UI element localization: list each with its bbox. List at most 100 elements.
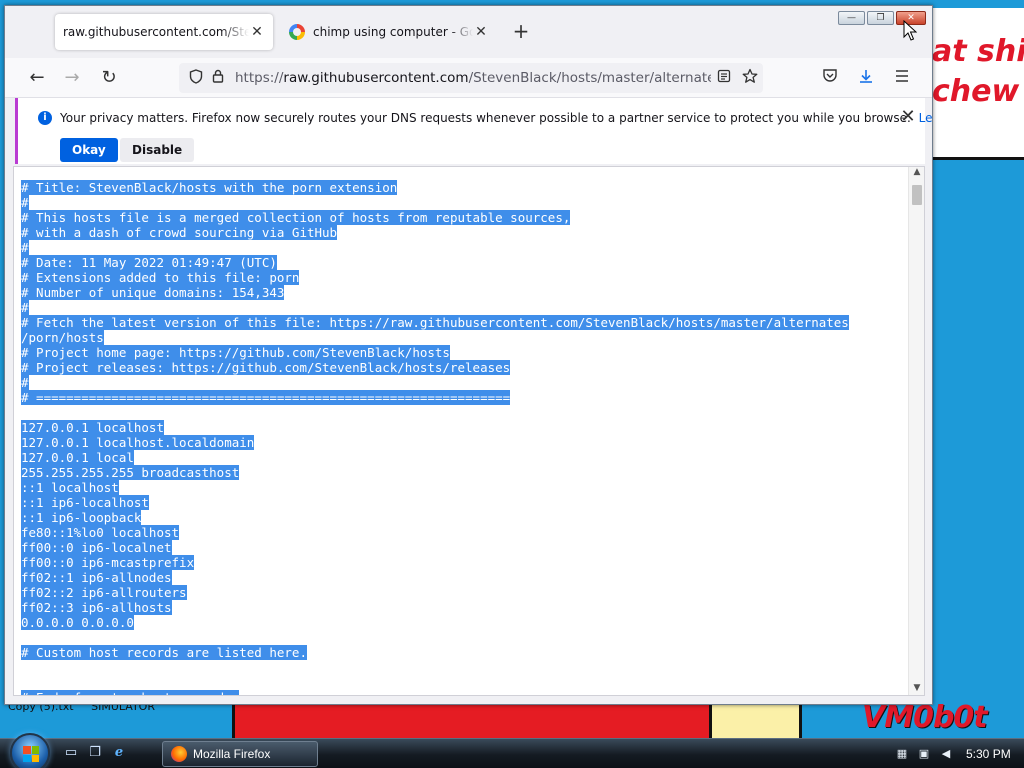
clock[interactable]: 5:30 PM: [966, 747, 1011, 761]
text-line[interactable]: [21, 675, 906, 690]
wallpaper-text-line-1: at shit: [932, 34, 1024, 69]
text-line[interactable]: # Fetch the latest version of this file:…: [21, 315, 906, 330]
info-icon: i: [38, 111, 52, 125]
text-line[interactable]: ff02::3 ip6-allhosts: [21, 600, 906, 615]
url-prefix: https://: [235, 70, 284, 86]
back-button[interactable]: ←: [24, 66, 50, 92]
text-line-content: 127.0.0.1 local: [21, 450, 134, 465]
okay-button[interactable]: Okay: [60, 138, 118, 162]
minimize-button[interactable]: —: [838, 11, 865, 25]
taskbar-button-label: Mozilla Firefox: [193, 747, 271, 761]
text-line[interactable]: # ======================================…: [21, 390, 906, 405]
scrollbar-thumb[interactable]: [912, 185, 922, 205]
maximize-button[interactable]: ❐: [867, 11, 894, 25]
text-line-content: # Custom host records are listed here.: [21, 645, 307, 660]
text-line[interactable]: ::1 ip6-localhost: [21, 495, 906, 510]
text-line[interactable]: # Project home page: https://github.com/…: [21, 345, 906, 360]
text-line-content: ::1 ip6-loopback: [21, 510, 142, 525]
windows-logo-icon: [23, 746, 39, 762]
text-line[interactable]: # End of custom host records.: [21, 690, 906, 695]
text-line[interactable]: # Number of unique domains: 154,343: [21, 285, 906, 300]
disable-button[interactable]: Disable: [120, 138, 195, 162]
text-line[interactable]: # Title: StevenBlack/hosts with the porn…: [21, 180, 906, 195]
firefox-icon: [171, 746, 187, 762]
address-bar[interactable]: https://raw.githubusercontent.com/Steven…: [179, 63, 763, 93]
scroll-down-arrow-icon[interactable]: ▼: [909, 683, 924, 695]
internet-explorer-icon[interactable]: e: [110, 745, 128, 761]
text-line[interactable]: # Extensions added to this file: porn: [21, 270, 906, 285]
reader-view-icon[interactable]: [711, 69, 737, 87]
notification-close-icon[interactable]: ✕: [898, 108, 918, 128]
text-line-content: #: [21, 240, 29, 255]
tab-close-icon[interactable]: ✕: [473, 24, 489, 40]
text-line[interactable]: ff02::1 ip6-allnodes: [21, 570, 906, 585]
url-path: /StevenBlack/hosts/master/alternates/por…: [468, 70, 711, 86]
reload-button[interactable]: ↻: [96, 66, 122, 92]
text-line-content: # This hosts file is a merged collection…: [21, 210, 571, 225]
downloads-icon[interactable]: [855, 68, 877, 90]
privacy-notification-bar: i Your privacy matters. Firefox now secu…: [15, 98, 932, 164]
hamburger-menu-icon[interactable]: [891, 68, 913, 90]
tab-close-icon[interactable]: ✕: [249, 24, 265, 40]
vertical-scrollbar[interactable]: ▲ ▼: [908, 167, 924, 695]
text-line[interactable]: #: [21, 375, 906, 390]
tab-title: chimp using computer - Google Search: [313, 25, 473, 39]
taskbar-firefox-button[interactable]: Mozilla Firefox: [162, 741, 318, 767]
network-icon[interactable]: ▦: [894, 746, 910, 762]
text-line[interactable]: 127.0.0.1 localhost: [21, 420, 906, 435]
url-host: raw.githubusercontent.com: [283, 70, 469, 86]
text-line[interactable]: 127.0.0.1 localhost.localdomain: [21, 435, 906, 450]
text-line-content: ff02::1 ip6-allnodes: [21, 570, 172, 585]
text-line[interactable]: /porn/hosts: [21, 330, 906, 345]
text-line[interactable]: [21, 630, 906, 645]
text-line[interactable]: #: [21, 195, 906, 210]
text-line[interactable]: ff02::2 ip6-allrouters: [21, 585, 906, 600]
tab-title: raw.githubusercontent.com/StevenBlack/ho…: [63, 25, 249, 39]
firefox-window: raw.githubusercontent.com/StevenBlack/ho…: [4, 5, 933, 705]
pocket-icon[interactable]: [819, 68, 841, 90]
new-tab-button[interactable]: +: [511, 21, 531, 42]
text-line[interactable]: # This hosts file is a merged collection…: [21, 210, 906, 225]
text-line[interactable]: fe80::1%lo0 localhost: [21, 525, 906, 540]
tracking-shield-icon[interactable]: [185, 68, 207, 88]
bookmark-star-icon[interactable]: [737, 68, 763, 88]
text-line[interactable]: ff00::0 ip6-localnet: [21, 540, 906, 555]
text-line-content: 255.255.255.255 broadcasthost: [21, 465, 240, 480]
hosts-file-text[interactable]: # Title: StevenBlack/hosts with the porn…: [21, 180, 906, 695]
text-line[interactable]: 0.0.0.0 0.0.0.0: [21, 615, 906, 630]
start-button[interactable]: [10, 733, 50, 768]
lock-icon[interactable]: [207, 69, 229, 87]
text-line[interactable]: #: [21, 300, 906, 315]
text-line-content: # Number of unique domains: 154,343: [21, 285, 285, 300]
text-line[interactable]: ff00::0 ip6-mcastprefix: [21, 555, 906, 570]
tab-hosts-file[interactable]: raw.githubusercontent.com/StevenBlack/ho…: [55, 14, 273, 50]
text-line-content: ::1 ip6-localhost: [21, 495, 149, 510]
text-line-content: 0.0.0.0 0.0.0.0: [21, 615, 134, 630]
forward-button[interactable]: →: [59, 66, 85, 92]
text-line[interactable]: # with a dash of crowd sourcing via GitH…: [21, 225, 906, 240]
text-line[interactable]: ::1 ip6-loopback: [21, 510, 906, 525]
tab-google-search[interactable]: chimp using computer - Google Search ✕: [281, 14, 497, 50]
learn-more-link[interactable]: Learn more: [919, 111, 932, 125]
url-text[interactable]: https://raw.githubusercontent.com/Steven…: [229, 70, 711, 86]
network-status-icon[interactable]: ▣: [916, 746, 932, 762]
text-line[interactable]: 255.255.255.255 broadcasthost: [21, 465, 906, 480]
text-line[interactable]: #: [21, 240, 906, 255]
text-line[interactable]: # Project releases: https://github.com/S…: [21, 360, 906, 375]
text-line-content: # Project releases: https://github.com/S…: [21, 360, 511, 375]
volume-muted-icon[interactable]: ◀: [938, 746, 954, 762]
page-content[interactable]: # Title: StevenBlack/hosts with the porn…: [13, 166, 925, 696]
text-line-content: # End of custom host records.: [21, 690, 240, 695]
wallpaper-red-panel: [232, 702, 712, 738]
text-line[interactable]: # Custom host records are listed here.: [21, 645, 906, 660]
text-line-content: # Extensions added to this file: porn: [21, 270, 300, 285]
text-line[interactable]: 127.0.0.1 local: [21, 450, 906, 465]
text-line[interactable]: [21, 660, 906, 675]
text-line[interactable]: # Date: 11 May 2022 01:49:47 (UTC): [21, 255, 906, 270]
show-desktop-icon[interactable]: ▭: [62, 745, 80, 761]
scroll-up-arrow-icon[interactable]: ▲: [909, 167, 924, 181]
wallpaper-text-line-2: chew: [932, 74, 1020, 109]
text-line[interactable]: [21, 405, 906, 420]
switch-windows-icon[interactable]: ❐: [86, 745, 104, 761]
text-line[interactable]: ::1 localhost: [21, 480, 906, 495]
